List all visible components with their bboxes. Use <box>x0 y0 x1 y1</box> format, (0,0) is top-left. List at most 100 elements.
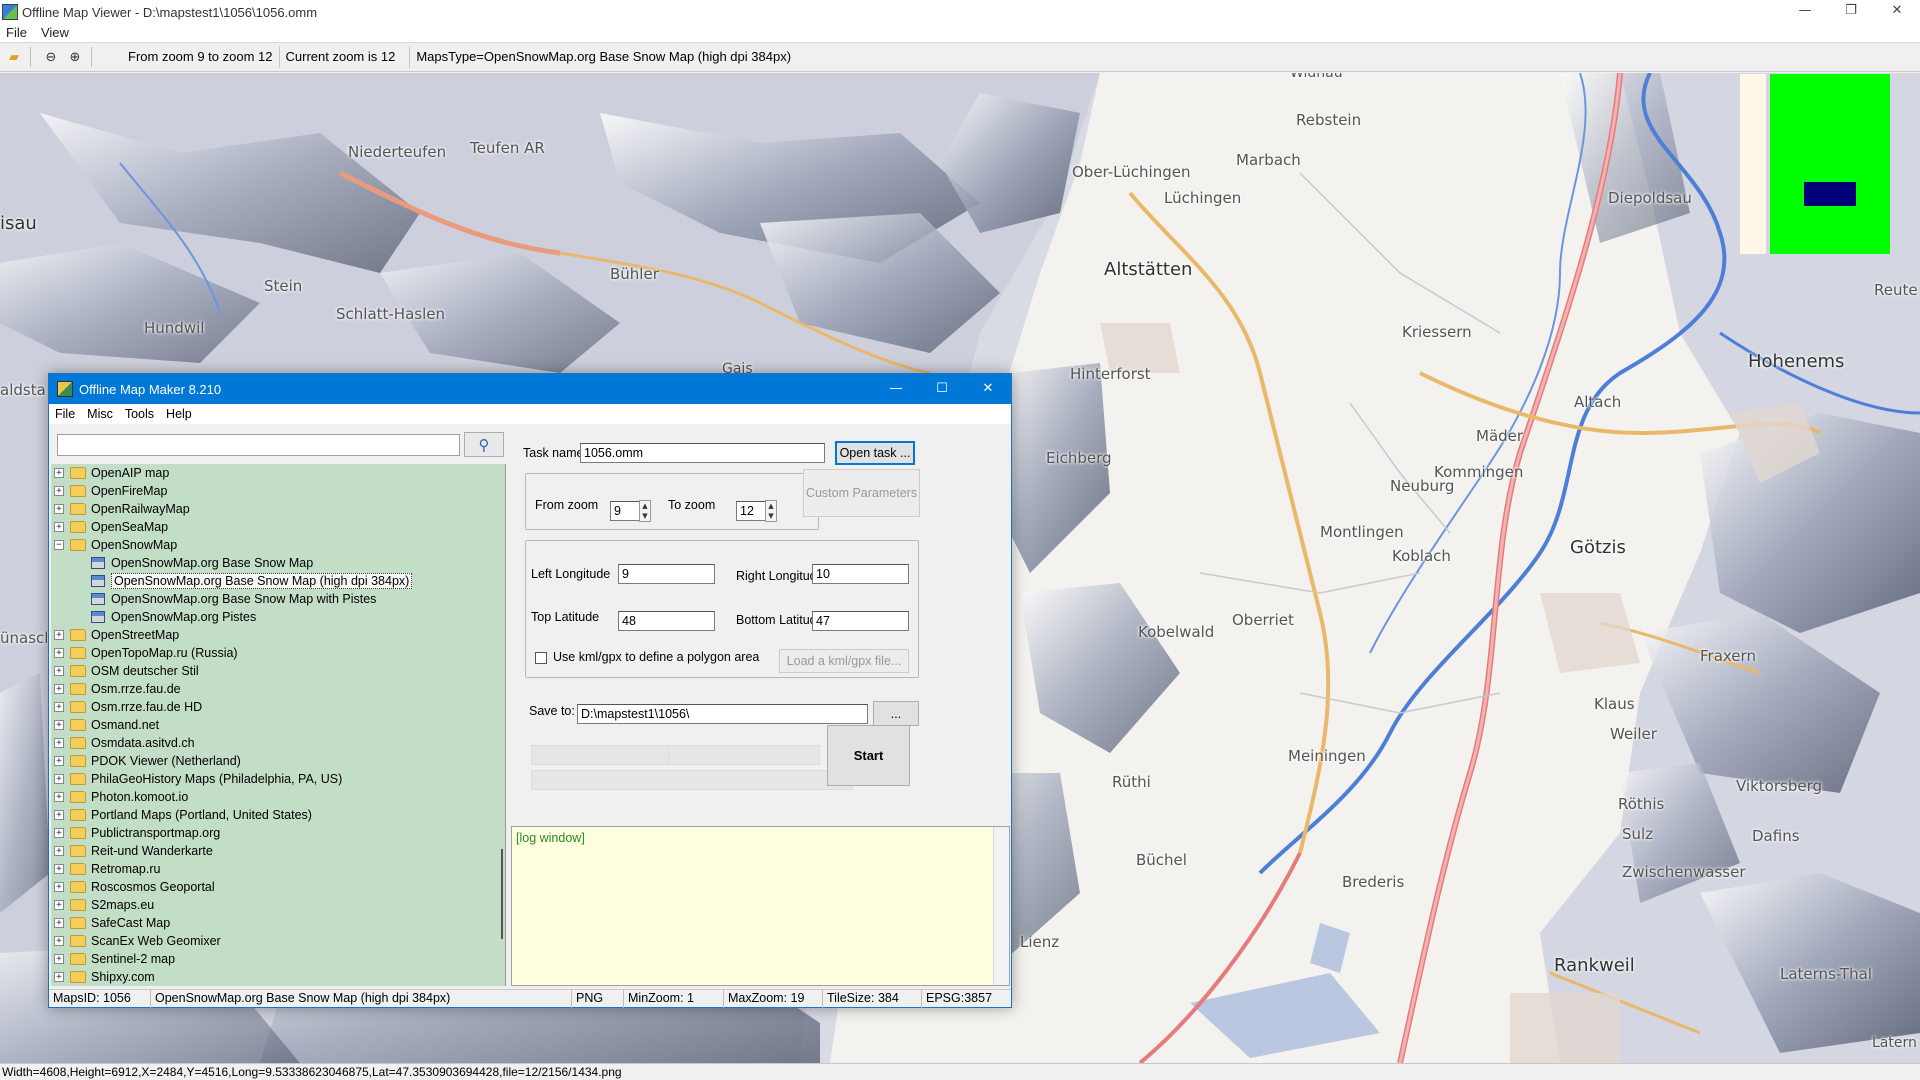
expand-toggle-icon[interactable]: + <box>54 810 64 820</box>
tree-child-item[interactable]: OpenSnowMap.org Base Snow Map <box>51 554 505 572</box>
tree-folder-item[interactable]: + Roscosmos Geoportal <box>51 878 505 896</box>
expand-toggle-icon[interactable]: + <box>54 666 64 676</box>
expand-toggle-icon[interactable]: + <box>54 882 64 892</box>
kml-polygon-checkbox[interactable] <box>535 652 547 664</box>
tree-folder-item[interactable]: + OpenSeaMap <box>51 518 505 536</box>
tree-child-item[interactable]: OpenSnowMap.org Pistes <box>51 608 505 626</box>
tree-child-item[interactable]: OpenSnowMap.org Base Snow Map with Piste… <box>51 590 505 608</box>
load-kml-button[interactable]: Load a kml/gpx file... <box>779 649 909 673</box>
expand-toggle-icon[interactable]: + <box>54 972 64 982</box>
expand-toggle-icon[interactable]: + <box>54 648 64 658</box>
right-longitude-input[interactable]: 10 <box>812 564 909 584</box>
tree-folder-item[interactable]: + PDOK Viewer (Netherland) <box>51 752 505 770</box>
tree-folder-item[interactable]: + Osmdata.asitvd.ch <box>51 734 505 752</box>
search-button[interactable]: ⚲ <box>464 432 504 457</box>
overview-minimap[interactable] <box>1770 74 1890 254</box>
open-task-button[interactable]: Open task ... <box>835 441 915 465</box>
dialog-menu-misc[interactable]: Misc <box>87 407 113 421</box>
expand-toggle-icon[interactable]: + <box>54 900 64 910</box>
expand-toggle-icon[interactable]: + <box>54 864 64 874</box>
expand-toggle-icon[interactable]: + <box>54 504 64 514</box>
right-longitude-label: Right Longitude <box>736 569 824 583</box>
expand-toggle-icon[interactable]: + <box>54 486 64 496</box>
expand-toggle-icon[interactable]: + <box>54 828 64 838</box>
tree-folder-item[interactable]: + SafeCast Map <box>51 914 505 932</box>
to-zoom-spinner[interactable]: ▲ ▼ <box>765 500 777 522</box>
expand-toggle-icon[interactable]: + <box>54 522 64 532</box>
close-button[interactable]: ✕ <box>1874 0 1920 24</box>
tree-folder-item[interactable]: + OpenStreetMap <box>51 626 505 644</box>
menu-view[interactable]: View <box>41 25 69 40</box>
map-source-tree[interactable]: + OpenAIP map + OpenFireMap + OpenRailwayMap +… <box>51 464 506 986</box>
expand-toggle-icon[interactable]: + <box>54 756 64 766</box>
log-scrollbar[interactable] <box>993 827 1009 985</box>
to-zoom-input[interactable]: 12 <box>736 501 766 521</box>
tree-child-item[interactable]: OpenSnowMap.org Base Snow Map (high dpi … <box>51 572 505 590</box>
tree-folder-item[interactable]: − OpenSnowMap <box>51 536 505 554</box>
expand-toggle-icon[interactable]: + <box>54 738 64 748</box>
open-folder-icon[interactable]: ▰ <box>4 47 24 67</box>
tree-folder-item[interactable]: + Publictransportmap.org <box>51 824 505 842</box>
minimize-button[interactable]: — <box>1782 0 1828 24</box>
tree-folder-item[interactable]: + Shipxy.com <box>51 968 505 986</box>
expand-toggle-icon[interactable]: + <box>54 954 64 964</box>
expand-toggle-icon[interactable]: + <box>54 468 64 478</box>
browse-folder-button[interactable]: ... <box>873 701 919 726</box>
task-name-input[interactable]: 1056.omm <box>580 443 825 463</box>
map-label: Sulz <box>1622 825 1654 843</box>
tree-scrollbar[interactable] <box>501 849 503 939</box>
tree-folder-item[interactable]: + Osm.rrze.fau.de <box>51 680 505 698</box>
expand-toggle-icon[interactable]: + <box>54 792 64 802</box>
collapse-toggle-icon[interactable]: − <box>54 540 64 550</box>
dialog-titlebar[interactable]: Offline Map Maker 8.210 — ☐ ✕ <box>49 374 1011 404</box>
tree-folder-item[interactable]: + OpenTopoMap.ru (Russia) <box>51 644 505 662</box>
tree-folder-item[interactable]: + Osm.rrze.fau.de HD <box>51 698 505 716</box>
log-window[interactable]: [log window] <box>511 826 1010 986</box>
start-button[interactable]: Start <box>827 725 910 786</box>
from-zoom-spinner[interactable]: ▲ ▼ <box>639 500 651 522</box>
maximize-button[interactable]: ❐ <box>1828 0 1874 24</box>
zoom-out-icon[interactable]: ⊖ <box>41 47 61 67</box>
tree-folder-item[interactable]: + Osmand.net <box>51 716 505 734</box>
expand-toggle-icon[interactable]: + <box>54 846 64 856</box>
dialog-maximize-button[interactable]: ☐ <box>919 374 965 404</box>
expand-toggle-icon[interactable]: + <box>54 684 64 694</box>
menu-file[interactable]: File <box>6 25 27 40</box>
custom-parameters-button[interactable]: Custom Parameters <box>803 469 920 517</box>
tree-folder-item[interactable]: + S2maps.eu <box>51 896 505 914</box>
tree-folder-item[interactable]: + Reit-und Wanderkarte <box>51 842 505 860</box>
left-longitude-input[interactable]: 9 <box>618 564 715 584</box>
save-to-input[interactable]: D:\mapstest1\1056\ <box>577 704 868 724</box>
tree-folder-item[interactable]: + PhilaGeoHistory Maps (Philadelphia, PA,… <box>51 770 505 788</box>
viewer-toolbar: ▰ ⊖ ⊕ From zoom 9 to zoom 12 Current zoo… <box>0 42 1920 72</box>
tree-item-label: Reit-und Wanderkarte <box>91 844 213 858</box>
expand-toggle-icon[interactable]: + <box>54 720 64 730</box>
overview-viewport-frame[interactable] <box>1804 182 1856 206</box>
tree-folder-item[interactable]: + Sentinel-2 map <box>51 950 505 968</box>
dialog-menu-tools[interactable]: Tools <box>125 407 154 421</box>
zoom-in-icon[interactable]: ⊕ <box>65 47 85 67</box>
dialog-close-button[interactable]: ✕ <box>965 374 1011 404</box>
from-zoom-input[interactable]: 9 <box>610 501 640 521</box>
tree-folder-item[interactable]: + OpenRailwayMap <box>51 500 505 518</box>
dialog-menu-file[interactable]: File <box>55 407 75 421</box>
bottom-latitude-input[interactable]: 47 <box>812 611 909 631</box>
tree-folder-item[interactable]: + Retromap.ru <box>51 860 505 878</box>
top-latitude-input[interactable]: 48 <box>618 611 715 631</box>
expand-toggle-icon[interactable]: + <box>54 774 64 784</box>
tree-folder-item[interactable]: + OpenFireMap <box>51 482 505 500</box>
dialog-minimize-button[interactable]: — <box>873 374 919 404</box>
expand-toggle-icon[interactable]: + <box>54 630 64 640</box>
expand-toggle-icon[interactable]: + <box>54 936 64 946</box>
tree-folder-item[interactable]: + OSM deutscher Stil <box>51 662 505 680</box>
tree-folder-item[interactable]: + Photon.komoot.io <box>51 788 505 806</box>
map-search-input[interactable] <box>57 434 460 456</box>
expand-toggle-icon[interactable]: + <box>54 918 64 928</box>
dialog-menu-help[interactable]: Help <box>166 407 192 421</box>
folder-icon <box>70 737 86 749</box>
left-longitude-label: Left Longitude <box>531 567 611 581</box>
expand-toggle-icon[interactable]: + <box>54 702 64 712</box>
tree-folder-item[interactable]: + ScanEx Web Geomixer <box>51 932 505 950</box>
tree-folder-item[interactable]: + Portland Maps (Portland, United States) <box>51 806 505 824</box>
tree-folder-item[interactable]: + OpenAIP map <box>51 464 505 482</box>
